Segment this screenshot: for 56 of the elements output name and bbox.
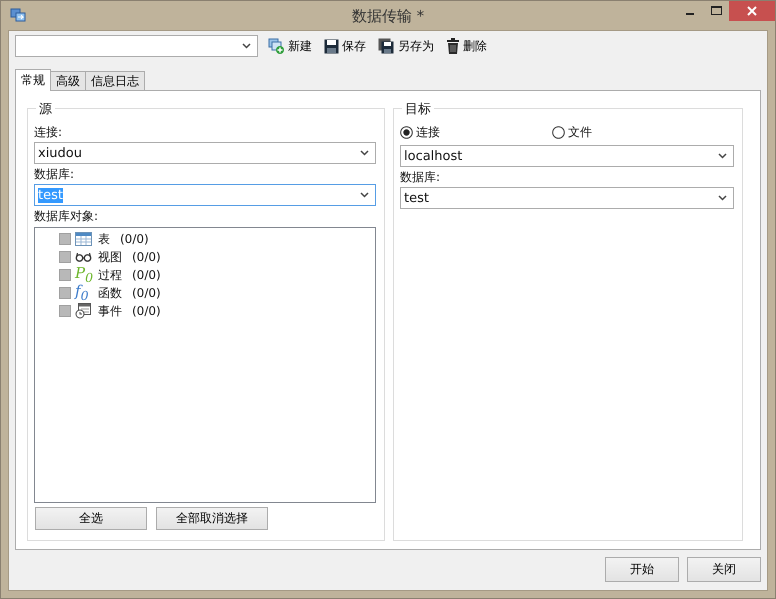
checkbox[interactable] [59, 305, 71, 317]
dialog-button[interactable]: 关闭 [687, 557, 761, 582]
object-label: 函数 [98, 284, 122, 302]
glasses-icon [75, 250, 92, 264]
trash-can-icon [446, 38, 460, 54]
delete-button[interactable]: 删除 [444, 38, 489, 54]
caret-icon [242, 43, 251, 49]
table-icon [75, 232, 92, 246]
tab[interactable]: 高级 [50, 71, 86, 90]
app-icon [10, 8, 26, 22]
select-button[interactable]: 全部取消选择 [156, 507, 268, 530]
tab[interactable]: 信息日志 [85, 71, 145, 90]
object-label: 过程 [98, 266, 122, 284]
radio-button[interactable] [400, 126, 413, 139]
floppy-disks-icon [378, 38, 395, 54]
field-label: 数据库: [34, 166, 76, 183]
tab[interactable]: 常规 [15, 69, 51, 91]
database-dropdown[interactable]: test [400, 187, 734, 209]
caret-icon [360, 192, 369, 198]
object-label: 表 [98, 230, 110, 248]
saveas-button[interactable]: 另存为 [376, 38, 436, 54]
field-label: 数据库对象: [34, 208, 100, 225]
checkbox[interactable] [59, 287, 71, 299]
procedure-icon: P$_{0}$ [75, 264, 92, 286]
checkbox[interactable] [59, 269, 71, 281]
window-title: 数据传输 * [352, 7, 424, 26]
select-button[interactable]: 全选 [35, 507, 147, 530]
object-count: (0/0) [132, 304, 161, 318]
radio-option[interactable]: 连接 [400, 124, 552, 141]
connection-dropdown[interactable]: xiudou [34, 142, 376, 164]
checkbox[interactable] [59, 251, 71, 263]
group-title: 目标 [402, 100, 434, 118]
object-count: (0/0) [132, 250, 161, 264]
new-button[interactable]: 新建 [266, 38, 314, 54]
field-label: 数据库: [400, 169, 442, 186]
checkbox[interactable] [59, 233, 71, 245]
object-count: (0/0) [120, 232, 149, 246]
group-title: 源 [36, 100, 55, 118]
caret-icon [718, 153, 727, 159]
object-count: (0/0) [132, 268, 161, 282]
connection-dropdown[interactable]: localhost [400, 145, 734, 167]
function-icon: f$_{0}$ [75, 282, 92, 304]
object-count: (0/0) [132, 286, 161, 300]
object-label: 视图 [98, 248, 122, 266]
save-button[interactable]: 保存 [322, 38, 368, 54]
windows-plus-icon [268, 38, 285, 54]
close-icon[interactable] [729, 1, 775, 21]
object-label: 事件 [98, 302, 122, 320]
field-label: 连接: [34, 124, 64, 141]
radio-option[interactable]: 文件 [552, 124, 704, 141]
caret-icon [360, 150, 369, 156]
radio-button[interactable] [552, 126, 565, 139]
profile-dropdown[interactable] [15, 35, 258, 57]
dialog-button[interactable]: 开始 [605, 557, 679, 582]
caret-icon [718, 195, 727, 201]
calendar-clock-icon [75, 303, 92, 319]
